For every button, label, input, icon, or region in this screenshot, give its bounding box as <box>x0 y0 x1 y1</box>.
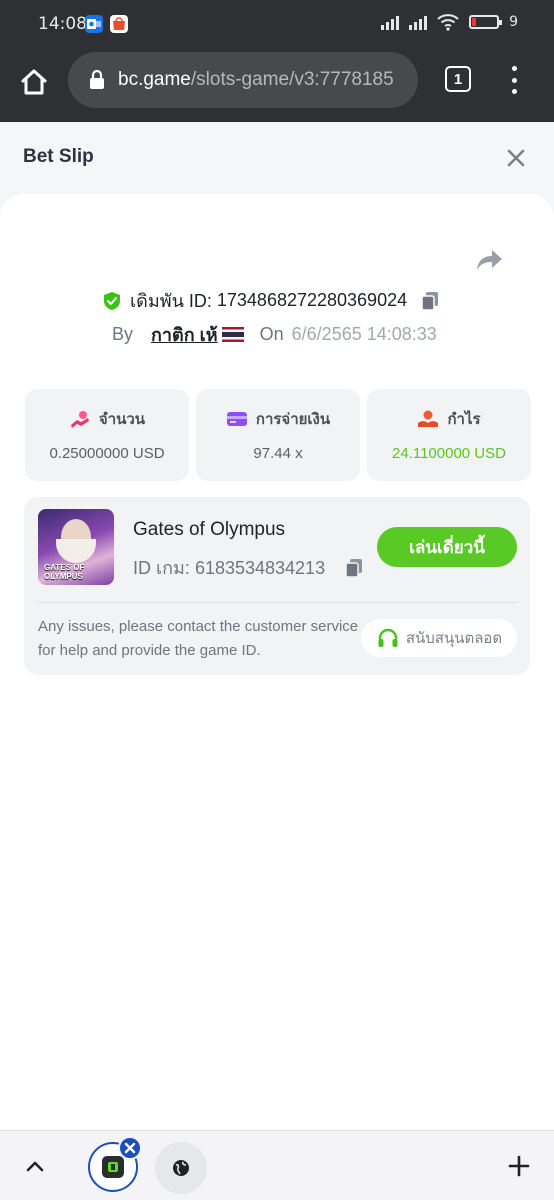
game-id-label: ID เกม: <box>133 558 190 578</box>
url-bar[interactable]: bc.game/slots-game/v3:7778185 <box>68 52 418 108</box>
profit-icon <box>418 410 439 427</box>
home-icon[interactable] <box>18 66 50 98</box>
copy-game-id-icon[interactable] <box>343 557 365 579</box>
game-thumbnail[interactable]: GATES OF OLYMPUS <box>38 509 114 585</box>
stat-card-payout: การจ่ายเงิน 97.44 x <box>196 389 360 481</box>
page-title: Bet Slip <box>23 146 94 167</box>
stat-label: กำไร <box>447 411 481 428</box>
signal-icon <box>381 14 400 30</box>
share-icon[interactable] <box>474 246 504 274</box>
bc-game-favicon <box>102 1156 124 1178</box>
stat-label: การจ่ายเงิน <box>255 411 331 428</box>
close-icon[interactable] <box>503 145 529 171</box>
shopee-icon <box>110 15 128 33</box>
bet-id-value: 1734868272280369024 <box>216 290 408 310</box>
globe-tab-button[interactable] <box>155 1142 207 1194</box>
battery-fill <box>472 18 477 26</box>
on-label: On <box>259 324 284 344</box>
bet-id-row: เดิมพัน ID: 1734868272280369024 <box>102 286 441 315</box>
battery-icon <box>469 15 503 29</box>
verified-shield-icon <box>104 291 120 310</box>
globe-icon <box>173 1160 189 1176</box>
signal-icon-2 <box>409 14 428 30</box>
support-note: Any issues, please contact the customer … <box>38 618 359 659</box>
stat-value: 97.44 x <box>253 445 303 462</box>
tab-switcher-button[interactable]: 1 <box>445 66 471 92</box>
stat-value: 0.25000000 USD <box>49 445 165 462</box>
url-path: /slots-game/v3:7778185 <box>190 69 394 90</box>
wifi-icon <box>437 14 459 31</box>
thai-flag-icon <box>221 327 244 342</box>
headset-icon <box>378 628 398 647</box>
browser-menu-icon[interactable] <box>506 66 522 94</box>
card-icon <box>226 412 247 426</box>
support-label: สนับสนุนตลอด <box>405 630 503 647</box>
user-link[interactable]: กาติก เห้ <box>151 320 218 349</box>
bet-slip-header: Bet Slip <box>0 122 554 194</box>
battery-text: 9 <box>509 14 518 30</box>
stat-card-amount: จำนวน 0.25000000 USD <box>25 389 189 481</box>
url-host: bc.game <box>118 69 191 90</box>
status-bar: 14:08 9 <box>0 0 554 48</box>
game-card: GATES OF OLYMPUS Gates of Olympus ID เกม… <box>24 497 530 675</box>
bet-datetime: 6/6/2565 14:08:33 <box>291 324 437 344</box>
chevron-up-icon[interactable] <box>24 1155 46 1177</box>
play-now-button[interactable]: เล่นเดี่ยวนี้ <box>377 527 517 567</box>
close-tab-icon[interactable] <box>118 1136 142 1160</box>
bet-meta-row: By กาติก เห้ On 6/6/2565 14:08:33 <box>112 320 437 349</box>
thumbnail-title: GATES OF OLYMPUS <box>44 563 85 581</box>
browser-bottom-bar <box>0 1130 554 1200</box>
outlook-icon <box>85 15 103 33</box>
stat-card-profit: กำไร 24.1100000 USD <box>367 389 531 481</box>
stat-value: 24.1100000 USD <box>392 445 506 462</box>
status-time: 14:08 <box>38 14 87 34</box>
stat-label: จำนวน <box>98 411 146 428</box>
amount-icon <box>70 411 89 428</box>
browser-toolbar: bc.game/slots-game/v3:7778185 1 <box>0 48 554 122</box>
support-button[interactable]: สนับสนุนตลอด <box>361 619 517 657</box>
copy-icon[interactable] <box>419 290 441 312</box>
new-tab-icon[interactable] <box>508 1155 530 1177</box>
by-label: By <box>112 324 134 344</box>
divider <box>38 602 518 603</box>
bet-id-label: เดิมพัน ID: <box>130 291 212 311</box>
lock-icon <box>90 70 104 89</box>
game-id-row: ID เกม: 6183534834213 <box>133 553 365 582</box>
game-id-value: 6183534834213 <box>194 558 326 578</box>
game-name: Gates of Olympus <box>133 519 286 540</box>
